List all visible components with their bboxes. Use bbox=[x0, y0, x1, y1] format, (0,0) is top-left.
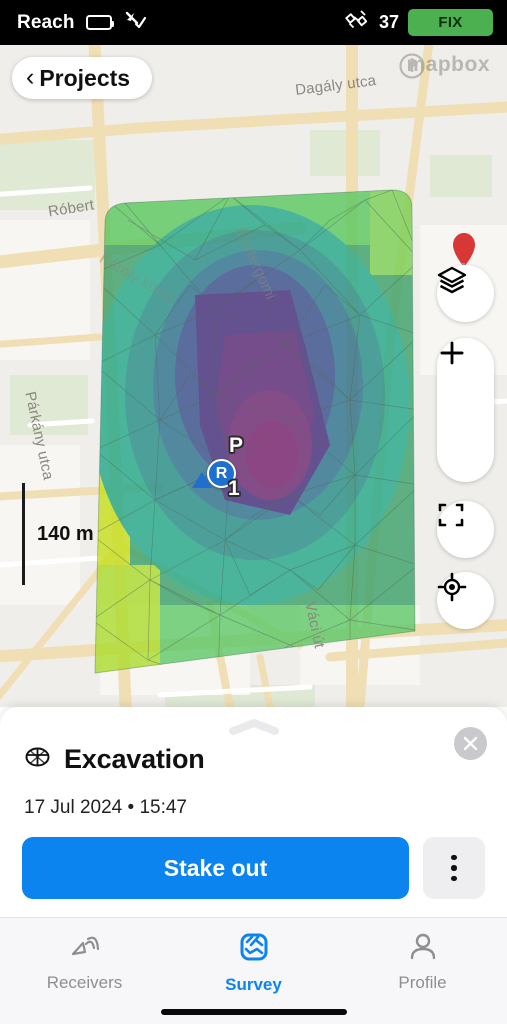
fix-status-badge: FIX bbox=[408, 9, 493, 36]
surface-mesh-icon bbox=[24, 743, 51, 775]
antenna-signal-icon bbox=[123, 10, 147, 35]
sheet-title-row: Excavation bbox=[24, 743, 205, 775]
sheet-action-row: Stake out bbox=[22, 837, 485, 899]
device-name: Reach bbox=[17, 11, 75, 33]
bottom-tab-bar: Receivers Survey Profile bbox=[0, 917, 507, 1024]
stake-out-button[interactable]: Stake out bbox=[22, 837, 409, 899]
map-view[interactable]: Dagály utca Róbert Párkány utca Váci út … bbox=[0, 45, 507, 707]
back-button-label: Projects bbox=[39, 64, 131, 91]
fit-bounds-button[interactable] bbox=[437, 501, 494, 558]
satellite-count: 37 bbox=[378, 12, 399, 32]
stake-out-label: Stake out bbox=[163, 854, 268, 881]
more-options-button[interactable] bbox=[423, 837, 485, 899]
page-title: Excavation bbox=[64, 743, 205, 774]
status-bar-left: Reach bbox=[17, 10, 147, 35]
scale-bar-line bbox=[22, 483, 25, 585]
app-root: Reach 37 FIX Dagály utca Róbert Párkány … bbox=[0, 0, 507, 1024]
map-basemap bbox=[0, 45, 507, 707]
point-marker-p[interactable]: P bbox=[229, 434, 243, 458]
tab-profile[interactable]: Profile bbox=[338, 932, 507, 993]
sheet-drag-handle[interactable] bbox=[228, 719, 280, 740]
zoom-controls bbox=[437, 338, 494, 482]
survey-timestamp: 17 Jul 2024 • 15:47 bbox=[24, 797, 188, 818]
chevron-up-handle-icon bbox=[228, 719, 279, 735]
scale-bar-label: 140 m bbox=[37, 522, 94, 545]
more-vertical-icon bbox=[451, 854, 457, 861]
survey-map-icon bbox=[237, 932, 271, 969]
more-vertical-icon bbox=[451, 865, 457, 871]
antenna-icon bbox=[68, 932, 102, 967]
minus-icon bbox=[440, 351, 464, 355]
survey-surface-mesh bbox=[94, 189, 416, 674]
close-icon bbox=[463, 736, 478, 751]
tab-receivers[interactable]: Receivers bbox=[0, 932, 169, 993]
tab-label-receivers: Receivers bbox=[46, 973, 123, 992]
close-sheet-button[interactable] bbox=[454, 727, 487, 760]
zoom-out-button[interactable] bbox=[437, 351, 494, 482]
map-scale-bar: 140 m bbox=[22, 483, 94, 585]
status-bar: Reach 37 FIX bbox=[0, 0, 507, 45]
mapbox-attribution[interactable]: mapbox bbox=[399, 53, 497, 79]
more-vertical-icon bbox=[451, 875, 457, 882]
home-indicator bbox=[160, 1009, 347, 1015]
status-bar-right: 37 FIX bbox=[345, 9, 493, 36]
chevron-left-icon: ‹ bbox=[26, 62, 35, 91]
battery-icon bbox=[85, 15, 115, 30]
tab-label-survey: Survey bbox=[225, 975, 282, 994]
map-layers-button[interactable] bbox=[437, 265, 494, 322]
satellite-icon bbox=[345, 9, 370, 36]
back-to-projects-button[interactable]: ‹ Projects bbox=[12, 57, 153, 99]
tab-label-profile: Profile bbox=[398, 973, 447, 992]
person-icon bbox=[407, 932, 439, 967]
point-marker-1[interactable]: 1 bbox=[228, 477, 240, 501]
detail-bottom-sheet: Excavation 17 Jul 2024 • 15:47 Stake out bbox=[0, 707, 507, 917]
tab-survey[interactable]: Survey bbox=[169, 932, 338, 995]
locate-me-button[interactable] bbox=[437, 572, 494, 629]
